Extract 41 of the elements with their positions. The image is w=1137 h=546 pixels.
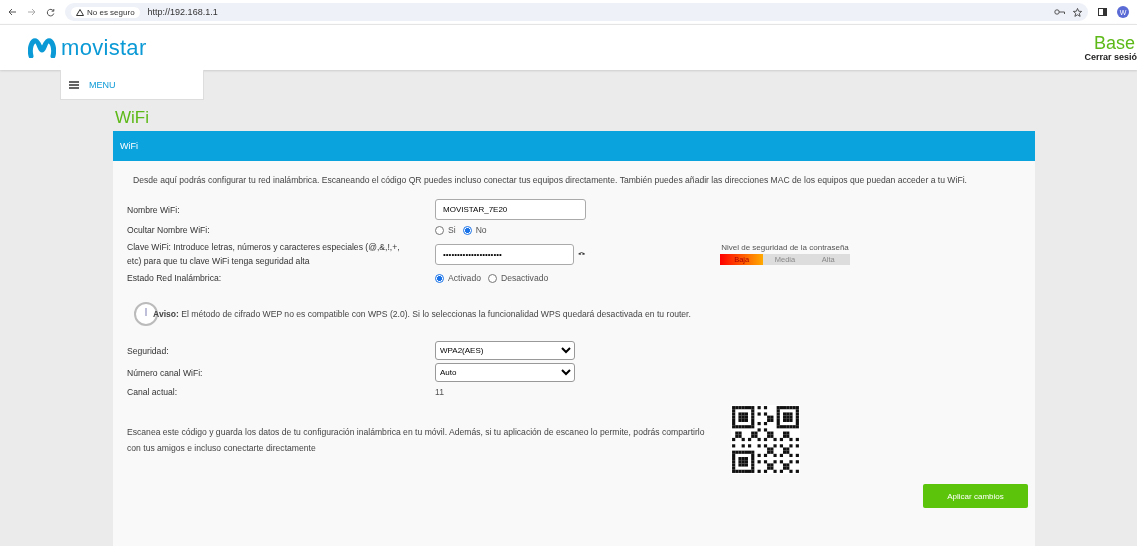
radio-button[interactable] <box>435 273 444 283</box>
radio-label: Activado <box>448 273 481 283</box>
field-label: Nombre WiFi: <box>127 203 181 217</box>
logout-link[interactable]: Cerrar sesió <box>1084 51 1137 62</box>
brand-name: movistar <box>61 34 147 61</box>
radio-label: Si <box>448 225 456 235</box>
page-title: WiFi <box>115 108 150 128</box>
field-value: 11 <box>435 387 445 397</box>
dropdown[interactable]: Auto <box>435 363 575 382</box>
radio-label: No <box>475 225 487 235</box>
strength-title: Nivel de seguridad de la contraseña <box>721 243 849 252</box>
menu-icon <box>69 80 79 89</box>
panel-header: WiFi <box>113 131 1035 161</box>
sidebar-icon[interactable] <box>1098 8 1107 16</box>
field-label: Seguridad: <box>127 344 170 358</box>
reload-icon[interactable] <box>46 7 55 17</box>
logo-icon <box>28 37 56 58</box>
address-text[interactable]: http://192.168.1.1 <box>147 7 218 17</box>
star-icon[interactable] <box>1073 7 1082 17</box>
field-label: Clave WiFi: Introduce letras, números y caracteres especiales (@,&,!,+, etc) para que tu clave WiFi tenga seguridad alta <box>127 241 401 268</box>
intro-text: Desde aquí podrás configurar tu red inalámbrica. Escaneando el código QR puedes incluso conectar tus equipos directamente. También puedes añadir las direcciones MAC de los equipos que puedan acceder a tu WiFi. <box>133 175 968 185</box>
field-label: Estado Red Inalámbrica: <box>127 272 223 285</box>
radio-button[interactable] <box>435 225 444 235</box>
qr-code <box>731 405 800 474</box>
key-icon[interactable] <box>1054 9 1065 15</box>
field-label: Número canal WiFi: <box>127 366 204 380</box>
warning-icon <box>76 8 84 16</box>
back-icon[interactable] <box>8 8 17 16</box>
radio-label: Desactivado <box>500 273 549 283</box>
notice-text: Aviso: El método de cifrado WEP no es compatible con WPS (2.0). Si lo seleccionas la funcionalidad WPS quedará desactivada en tu router. <box>153 309 691 319</box>
wifi-name-field[interactable]: MOVISTAR_7E20 <box>435 199 586 220</box>
field-label: Ocultar Nombre WiFi: <box>127 224 211 237</box>
field-label: Canal actual: <box>127 386 179 399</box>
radio-button[interactable] <box>462 225 472 235</box>
qr-description: Escanea este código y guarda los datos de tu configuración inalámbrica en tu móvil. Además, si tu aplicación de escaneo lo permite, podrás compartirlo con tus amigos e incluso conectarte directamente <box>127 425 706 455</box>
radio-button[interactable] <box>487 273 497 283</box>
security-chip[interactable]: No es seguro <box>71 6 140 18</box>
dropdown[interactable]: WPA2(AES) <box>435 341 575 360</box>
product-name: Base <box>1093 33 1135 52</box>
eye-icon[interactable] <box>577 251 585 257</box>
password-field[interactable]: ••••••••••••••••••••• <box>435 243 574 265</box>
